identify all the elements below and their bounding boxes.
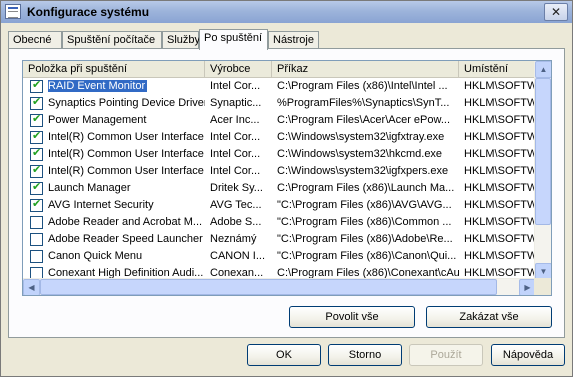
- item-command: C:\Program Files (x86)\Launch Ma...: [277, 182, 455, 194]
- tab-general[interactable]: Obecné: [8, 31, 62, 49]
- startup-item-checkbox[interactable]: [30, 197, 43, 212]
- item-location: HKLM\SOFTWA: [464, 114, 536, 126]
- item-location: HKLM\SOFTWA: [464, 165, 536, 177]
- item-location: HKLM\SOFTWA: [464, 199, 536, 211]
- vertical-scroll-thumb[interactable]: [535, 78, 551, 225]
- app-icon: [5, 4, 21, 19]
- tab-services[interactable]: Služby: [162, 31, 200, 49]
- item-name: Intel(R) Common User Interface: [48, 131, 204, 143]
- startup-item-checkbox[interactable]: [30, 112, 43, 127]
- help-button[interactable]: Nápověda: [491, 344, 565, 366]
- system-config-window: Konfigurace systému ✕ Obecné Spuštění po…: [0, 0, 573, 377]
- item-name: Power Management: [48, 114, 147, 126]
- close-button[interactable]: ✕: [544, 3, 568, 21]
- startup-item-checkbox[interactable]: [30, 129, 43, 144]
- list-item[interactable]: Power Management Acer Inc... C:\Program Fi…: [23, 112, 536, 129]
- item-location: HKLM\SOFTWA: [464, 131, 536, 143]
- item-vendor: Acer Inc...: [210, 114, 260, 126]
- list-item[interactable]: Intel(R) Common User Interface Intel Cor.…: [23, 163, 536, 180]
- item-name: Launch Manager: [48, 182, 131, 194]
- startup-item-checkbox[interactable]: [30, 216, 43, 229]
- item-command: "C:\Program Files (x86)\Common ...: [277, 216, 452, 228]
- list-item[interactable]: Canon Quick Menu CANON I... "C:\Program Fi…: [23, 248, 536, 265]
- item-vendor: AVG Tec...: [210, 199, 262, 211]
- item-location: HKLM\SOFTWA: [464, 97, 536, 109]
- item-name: RAID Event Monitor: [48, 80, 148, 92]
- list-item[interactable]: Synaptics Pointing Device Driver Synaptic…: [23, 95, 536, 112]
- horizontal-scrollbar[interactable]: ◀ ▶: [23, 278, 536, 295]
- item-name: AVG Internet Security: [48, 199, 154, 211]
- item-vendor: Neznámý: [210, 233, 257, 245]
- cancel-button[interactable]: Storno: [328, 344, 402, 366]
- list-item[interactable]: Adobe Reader Speed Launcher Neznámý "C:\Pr…: [23, 231, 536, 248]
- item-location: HKLM\SOFTWA: [464, 250, 536, 262]
- startup-item-checkbox[interactable]: [30, 180, 43, 195]
- apply-button[interactable]: Použít: [409, 344, 483, 366]
- list-item[interactable]: RAID Event Monitor Intel Cor... C:\Program…: [23, 78, 536, 95]
- startup-item-checkbox[interactable]: [30, 233, 43, 246]
- title-bar[interactable]: Konfigurace systému ✕: [1, 1, 572, 23]
- item-vendor: Intel Cor...: [210, 148, 261, 160]
- startup-item-checkbox[interactable]: [30, 146, 43, 161]
- tab-tools[interactable]: Nástroje: [268, 31, 319, 49]
- item-location: HKLM\SOFTWA: [464, 80, 536, 92]
- item-vendor: Dritek Sy...: [210, 182, 263, 194]
- scroll-left-button[interactable]: ◀: [23, 279, 40, 295]
- tab-startup[interactable]: Po spuštění: [199, 29, 268, 50]
- startup-item-checkbox[interactable]: [30, 250, 43, 263]
- scroll-corner: [534, 278, 551, 295]
- item-name: Adobe Reader Speed Launcher: [48, 233, 203, 245]
- item-vendor: CANON I...: [210, 250, 266, 262]
- item-location: HKLM\SOFTWA: [464, 182, 536, 194]
- list-header: Položka při spuštění Výrobce Příkaz Umís…: [23, 61, 551, 78]
- item-name: Synaptics Pointing Device Driver: [48, 97, 205, 109]
- list-item[interactable]: Intel(R) Common User Interface Intel Cor.…: [23, 146, 536, 163]
- list-item[interactable]: Adobe Reader and Acrobat M... Adobe S... "…: [23, 214, 536, 231]
- item-vendor: Intel Cor...: [210, 165, 261, 177]
- tab-boot[interactable]: Spuštění počítače: [62, 31, 162, 49]
- scroll-up-button[interactable]: ▲: [535, 61, 551, 78]
- item-command: C:\Windows\system32\hkcmd.exe: [277, 148, 443, 160]
- item-command: C:\Program Files\Acer\Acer ePow...: [277, 114, 450, 126]
- item-command: "C:\Program Files (x86)\Canon\Qui...: [277, 250, 457, 262]
- item-name: Intel(R) Common User Interface: [48, 148, 204, 160]
- list-item[interactable]: AVG Internet Security AVG Tec... "C:\Progr…: [23, 197, 536, 214]
- item-name: Adobe Reader and Acrobat M...: [48, 216, 203, 228]
- item-vendor: Adobe S...: [210, 216, 262, 228]
- item-command: "C:\Program Files (x86)\Adobe\Re...: [277, 233, 453, 245]
- item-command: C:\Windows\system32\igfxtray.exe: [277, 131, 445, 143]
- startup-list[interactable]: Položka při spuštění Výrobce Příkaz Umís…: [22, 60, 552, 296]
- enable-all-button[interactable]: Povolit vše: [289, 306, 415, 328]
- item-location: HKLM\SOFTWA: [464, 233, 536, 245]
- horizontal-scroll-thumb[interactable]: [40, 279, 497, 295]
- item-vendor: Intel Cor...: [210, 80, 261, 92]
- item-vendor: Intel Cor...: [210, 131, 261, 143]
- column-header-vendor[interactable]: Výrobce: [205, 61, 272, 78]
- window-title: Konfigurace systému: [27, 5, 150, 19]
- item-command: "C:\Program Files (x86)\AVG\AVG...: [277, 199, 452, 211]
- item-command: %ProgramFiles%\Synaptics\SynT...: [277, 97, 450, 109]
- item-vendor: Synaptic...: [210, 97, 262, 109]
- item-name: Intel(R) Common User Interface: [48, 165, 204, 177]
- startup-item-checkbox[interactable]: [30, 95, 43, 110]
- startup-item-checkbox[interactable]: [30, 78, 43, 93]
- item-command: C:\Program Files (x86)\Intel\Intel ...: [277, 80, 448, 92]
- item-name: Canon Quick Menu: [48, 250, 143, 262]
- vertical-scrollbar[interactable]: ▲ ▼: [534, 61, 551, 280]
- column-header-command[interactable]: Příkaz: [272, 61, 459, 78]
- list-item[interactable]: Launch Manager Dritek Sy... C:\Program Fil…: [23, 180, 536, 197]
- startup-item-checkbox[interactable]: [30, 163, 43, 178]
- column-header-item[interactable]: Položka při spuštění: [23, 61, 205, 78]
- item-location: HKLM\SOFTWA: [464, 148, 536, 160]
- item-command: C:\Windows\system32\igfxpers.exe: [277, 165, 449, 177]
- item-location: HKLM\SOFTWA: [464, 216, 536, 228]
- ok-button[interactable]: OK: [247, 344, 321, 366]
- disable-all-button[interactable]: Zakázat vše: [426, 306, 552, 328]
- list-item[interactable]: Intel(R) Common User Interface Intel Cor.…: [23, 129, 536, 146]
